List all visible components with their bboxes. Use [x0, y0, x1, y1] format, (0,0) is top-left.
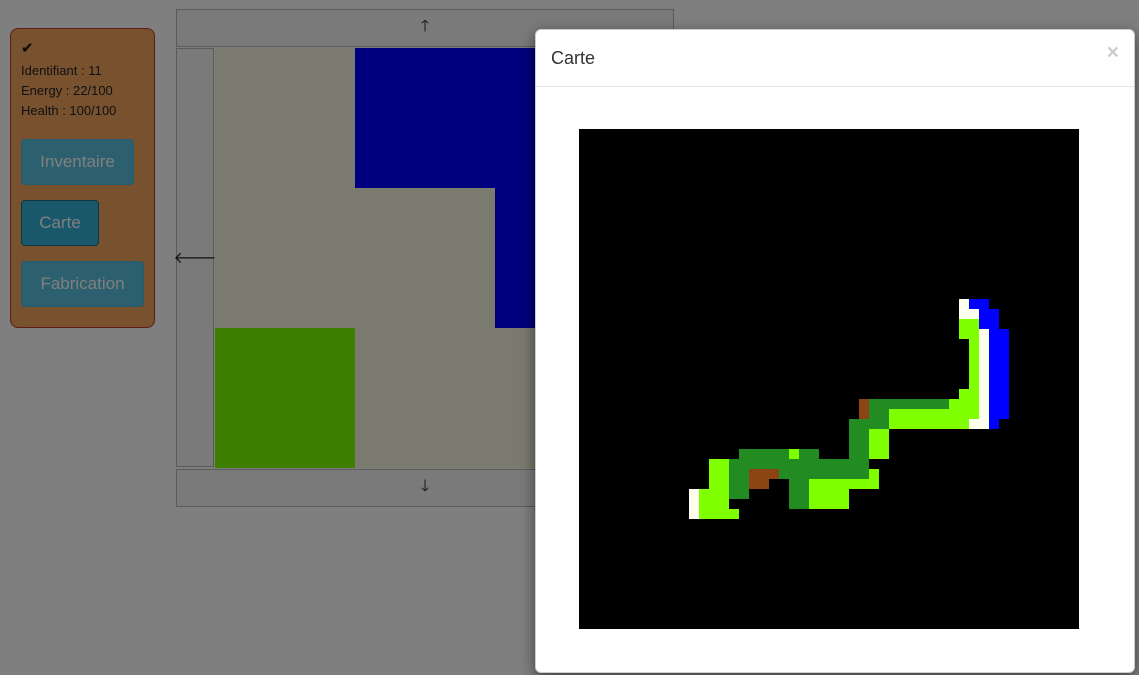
map-snow: [969, 419, 989, 429]
map-forest: [779, 469, 789, 479]
map-water: [989, 419, 999, 429]
map-forest: [869, 399, 949, 409]
map-snow: [969, 309, 979, 319]
modal-header: Carte ×: [536, 30, 1134, 87]
map-water: [969, 299, 989, 309]
map-dirt: [749, 469, 779, 479]
map-snow: [979, 329, 989, 429]
map-grass: [969, 339, 979, 419]
world-map: [579, 129, 1079, 629]
map-grass: [709, 509, 739, 519]
map-grass: [959, 319, 969, 339]
map-dirt: [859, 399, 869, 419]
map-grass: [869, 429, 889, 459]
map-forest: [789, 459, 809, 509]
map-forest: [849, 419, 889, 429]
map-water: [989, 329, 1009, 419]
modal-title: Carte: [551, 48, 596, 68]
map-grass: [699, 489, 709, 519]
map-modal: Carte ×: [535, 29, 1135, 673]
map-forest: [729, 459, 749, 499]
map-grass: [889, 409, 969, 429]
world-map-canvas: [579, 129, 1079, 629]
close-icon[interactable]: ×: [1107, 42, 1119, 64]
map-water: [979, 309, 999, 329]
map-snow: [959, 299, 969, 319]
map-snow: [689, 489, 699, 519]
map-dirt: [749, 479, 769, 489]
map-grass: [789, 449, 799, 459]
